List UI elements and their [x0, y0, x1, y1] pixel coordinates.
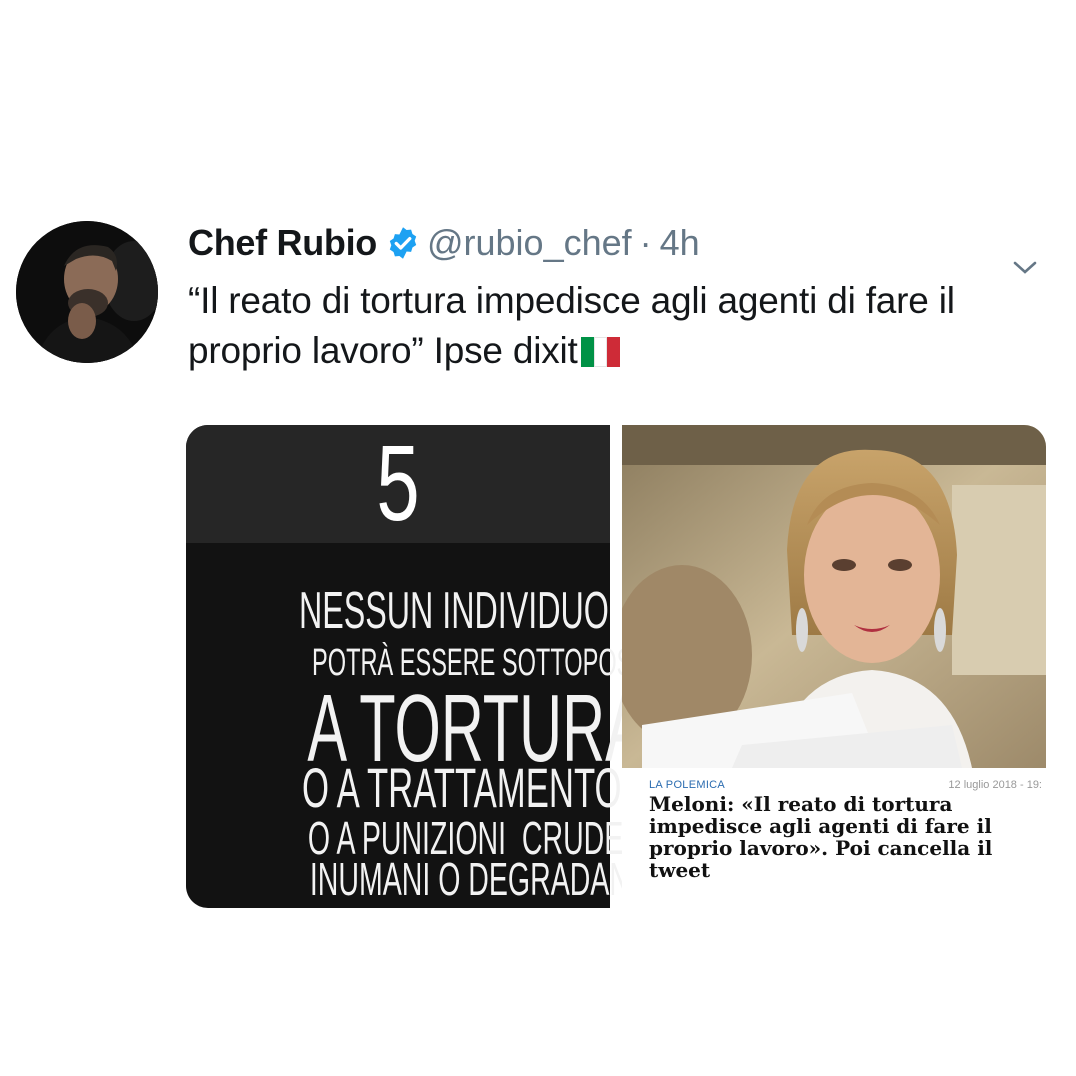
separator-dot: · [639, 222, 652, 263]
tweet-body: “Il reato di tortura impedisce agli agen… [188, 280, 955, 371]
italy-flag-icon [580, 337, 620, 367]
verified-badge-icon [385, 225, 421, 261]
article-line-4: O A TRATTAMENTO [301, 756, 622, 819]
timestamp[interactable]: 4h [660, 222, 700, 264]
user-handle[interactable]: @rubio_chef [427, 222, 632, 264]
article-headline[interactable]: Meloni: «Il reato di tortura impedisce a… [649, 793, 1044, 881]
article-number: 5 [376, 425, 420, 543]
tweet[interactable]: Chef Rubio @rubio_chef · 4h “Il reato di… [0, 0, 1076, 1076]
article-line-6: INUMANI O DEGRADANTI [309, 853, 656, 905]
tweet-text: “Il reato di tortura impedisce agli agen… [188, 276, 1058, 376]
media-image-news-article[interactable]: LA POLEMICA 12 luglio 2018 - 19: Meloni:… [622, 425, 1046, 908]
article-date: 12 luglio 2018 - 19: [948, 779, 1042, 791]
media-image-article-5[interactable]: 5 NESSUN INDIVIDUO POTRÀ ESSERE SOTTOPOS… [186, 425, 665, 908]
tweet-header: Chef Rubio @rubio_chef · 4h [188, 218, 700, 268]
news-photo [622, 425, 1046, 768]
article-kicker: LA POLEMICA [649, 779, 726, 791]
avatar[interactable] [16, 221, 158, 363]
media-grid[interactable]: 5 NESSUN INDIVIDUO POTRÀ ESSERE SOTTOPOS… [186, 425, 1046, 908]
display-name[interactable]: Chef Rubio [188, 222, 377, 264]
article-line-1: NESSUN INDIVIDUO [298, 582, 609, 640]
